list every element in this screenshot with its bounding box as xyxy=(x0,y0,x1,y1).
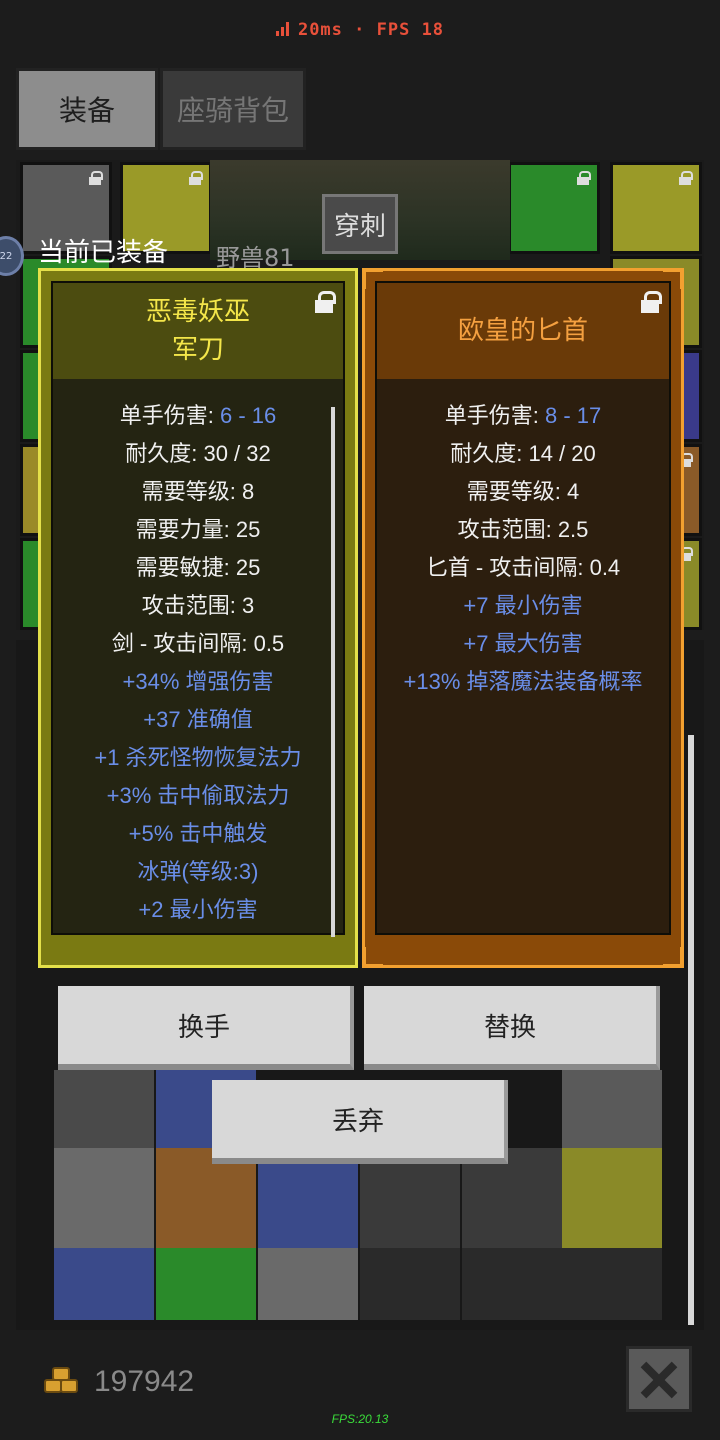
discard-button[interactable]: 丢弃 xyxy=(212,1080,508,1164)
stat-line: 攻击范围: 2.5 xyxy=(457,517,589,542)
bonus-line: +13% 掉落魔法装备概率 xyxy=(403,669,643,694)
inventory-slot[interactable] xyxy=(462,1248,562,1320)
bonus-line: +2 最小伤害 xyxy=(138,897,258,922)
lock-icon xyxy=(679,171,693,185)
stat-line: 耐久度: 14 / 20 xyxy=(450,441,596,466)
stat-line: 需要等级: 8 xyxy=(141,479,255,504)
bonus-line: +7 最大伤害 xyxy=(463,631,583,656)
inventory-slot[interactable] xyxy=(54,1248,154,1320)
inventory-slot[interactable] xyxy=(54,1148,154,1248)
item-name-line: 恶毒妖巫 xyxy=(145,297,250,327)
item-name-line: 军刀 xyxy=(171,335,224,365)
stats-scrollbar[interactable] xyxy=(331,407,335,937)
skill-tag: 穿刺 xyxy=(322,194,398,254)
equipped-heading: 当前已装备 xyxy=(38,238,169,268)
corner-ornament xyxy=(663,947,683,967)
bonus-line: +5% 击中触发 xyxy=(128,821,268,846)
inventory-slot[interactable] xyxy=(562,1248,662,1320)
ping-text: 20ms xyxy=(297,20,343,40)
card-body: 欧皇的匕首 单手伤害: 8 - 17 耐久度: 14 / 20 需要等级: 4 … xyxy=(375,281,671,935)
bonus-line: +3% 击中偷取法力 xyxy=(106,783,290,808)
stat-line: 单手伤害: 8 - 17 xyxy=(444,403,602,428)
stat-line: 需要力量: 25 xyxy=(135,517,261,542)
new-item-card: 欧皇的匕首 单手伤害: 8 - 17 耐久度: 14 / 20 需要等级: 4 … xyxy=(362,268,684,968)
lock-icon[interactable] xyxy=(641,291,662,313)
lock-icon xyxy=(189,171,203,185)
stat-line: 攻击范围: 3 xyxy=(141,593,255,618)
bonus-line: +7 最小伤害 xyxy=(463,593,583,618)
bonus-line: 冰弹(等级:3) xyxy=(137,859,259,884)
item-stats: 单手伤害: 8 - 17 耐久度: 14 / 20 需要等级: 4 攻击范围: … xyxy=(377,397,669,701)
stat-line: 剑 - 攻击间隔: 0.5 xyxy=(111,631,285,656)
stat-line: 匕首 - 攻击间隔: 0.4 xyxy=(425,555,621,580)
item-stats: 单手伤害: 6 - 16 耐久度: 30 / 32 需要等级: 8 需要力量: … xyxy=(53,397,343,929)
stat-line: 需要等级: 4 xyxy=(466,479,580,504)
fps-text: FPS 18 xyxy=(376,20,445,40)
fps-footer: FPS:20.13 xyxy=(331,1412,389,1426)
tab-mount-bag[interactable]: 座骑背包 xyxy=(160,68,306,150)
inventory-slot[interactable] xyxy=(360,1248,460,1320)
bonus-line: +34% 增强伤害 xyxy=(122,669,274,694)
signal-icon xyxy=(275,22,292,36)
inventory-scrollbar[interactable] xyxy=(688,735,694,1325)
stat-line: 耐久度: 30 / 32 xyxy=(125,441,271,466)
gold-coins-icon xyxy=(44,1367,82,1397)
inventory-slot[interactable] xyxy=(562,1148,662,1248)
item-compare-popup: 恶毒妖巫 军刀 单手伤害: 6 - 16 耐久度: 30 / 32 需要等级: … xyxy=(38,268,684,968)
gold-amount: 197942 xyxy=(94,1365,195,1398)
network-status: 20ms · FPS 18 xyxy=(0,20,720,40)
status-bar: 20ms · FPS 18 xyxy=(0,0,720,62)
equip-slot-necklace[interactable] xyxy=(610,162,702,254)
card-body: 恶毒妖巫 军刀 单手伤害: 6 - 16 耐久度: 30 / 32 需要等级: … xyxy=(51,281,345,937)
equipped-item-card: 恶毒妖巫 军刀 单手伤害: 6 - 16 耐久度: 30 / 32 需要等级: … xyxy=(38,268,358,968)
inventory-slot[interactable] xyxy=(258,1248,358,1320)
swap-hand-button[interactable]: 换手 xyxy=(58,986,354,1070)
stat-line: 单手伤害: 6 - 16 xyxy=(119,403,277,428)
close-button[interactable] xyxy=(626,1346,692,1412)
replace-button[interactable]: 替换 xyxy=(364,986,660,1070)
gold-display: 197942 xyxy=(44,1360,194,1404)
corner-ornament xyxy=(363,947,383,967)
item-title: 欧皇的匕首 xyxy=(377,283,669,379)
lock-icon xyxy=(577,171,591,185)
bonus-line: +37 准确值 xyxy=(143,707,253,732)
equip-slot-offhand[interactable] xyxy=(508,162,600,254)
item-title: 恶毒妖巫 军刀 xyxy=(53,283,343,379)
inventory-slot[interactable] xyxy=(156,1248,256,1320)
bonus-line: +1 杀死怪物恢复法力 xyxy=(94,745,302,770)
lock-icon xyxy=(89,171,103,185)
tab-equipment[interactable]: 装备 xyxy=(16,68,158,150)
lock-icon[interactable] xyxy=(315,291,336,313)
item-name: 欧皇的匕首 xyxy=(457,316,588,346)
stat-line: 需要敏捷: 25 xyxy=(135,555,261,580)
